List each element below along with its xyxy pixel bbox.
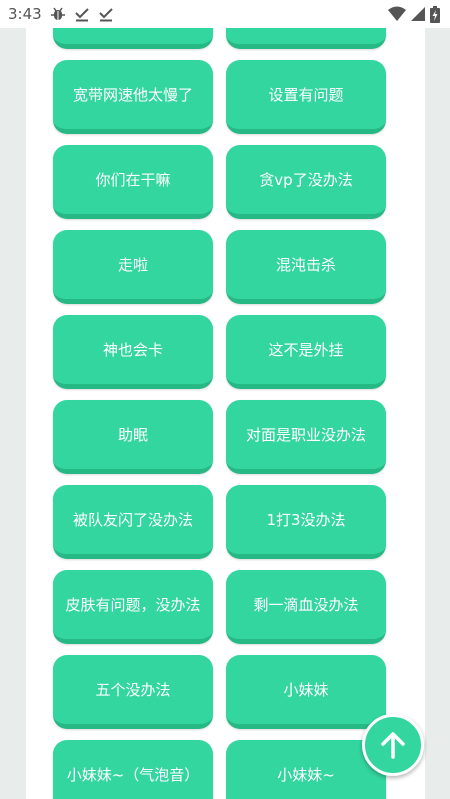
debug-bug-icon: [50, 6, 66, 22]
sound-button[interactable]: 宽带网速他太慢了: [53, 60, 213, 134]
sound-button[interactable]: 你们在干嘛: [53, 145, 213, 219]
scroll-to-top-button[interactable]: [362, 714, 424, 776]
sound-button[interactable]: 被队友闪了没办法: [53, 485, 213, 559]
sound-button[interactable]: 五个没办法: [53, 655, 213, 729]
sound-button-panel: 宽带网速他太慢了 设置有问题 你们在干嘛 贪vp了没办法 走啦 混沌击杀 神也会…: [26, 28, 425, 799]
sound-button[interactable]: [226, 28, 386, 49]
sound-button[interactable]: 小妹妹: [226, 655, 386, 729]
wifi-icon: [388, 6, 406, 22]
battery-charging-icon: [430, 5, 440, 23]
sound-button[interactable]: 贪vp了没办法: [226, 145, 386, 219]
status-time: 3:43: [8, 5, 42, 23]
sound-button[interactable]: 1打3没办法: [226, 485, 386, 559]
download-done-icon: [98, 6, 114, 22]
status-bar: 3:43: [0, 0, 450, 28]
sound-button[interactable]: 小妹妹~（气泡音）: [53, 740, 213, 799]
sound-button[interactable]: 混沌击杀: [226, 230, 386, 304]
sound-button[interactable]: 助眠: [53, 400, 213, 474]
sound-button[interactable]: 设置有问题: [226, 60, 386, 134]
status-left: 3:43: [8, 5, 114, 23]
sound-button[interactable]: 剩一滴血没办法: [226, 570, 386, 644]
cellular-signal-icon: [411, 6, 425, 22]
sound-button[interactable]: 对面是职业没办法: [226, 400, 386, 474]
status-right: [388, 5, 440, 23]
sound-button[interactable]: 这不是外挂: [226, 315, 386, 389]
sound-button[interactable]: 走啦: [53, 230, 213, 304]
sound-button-grid: 宽带网速他太慢了 设置有问题 你们在干嘛 贪vp了没办法 走啦 混沌击杀 神也会…: [53, 28, 386, 799]
sound-button[interactable]: [53, 28, 213, 49]
sound-button[interactable]: 神也会卡: [53, 315, 213, 389]
download-done-icon: [74, 6, 90, 22]
sound-button[interactable]: 皮肤有问题，没办法: [53, 570, 213, 644]
arrow-up-icon: [380, 731, 406, 759]
